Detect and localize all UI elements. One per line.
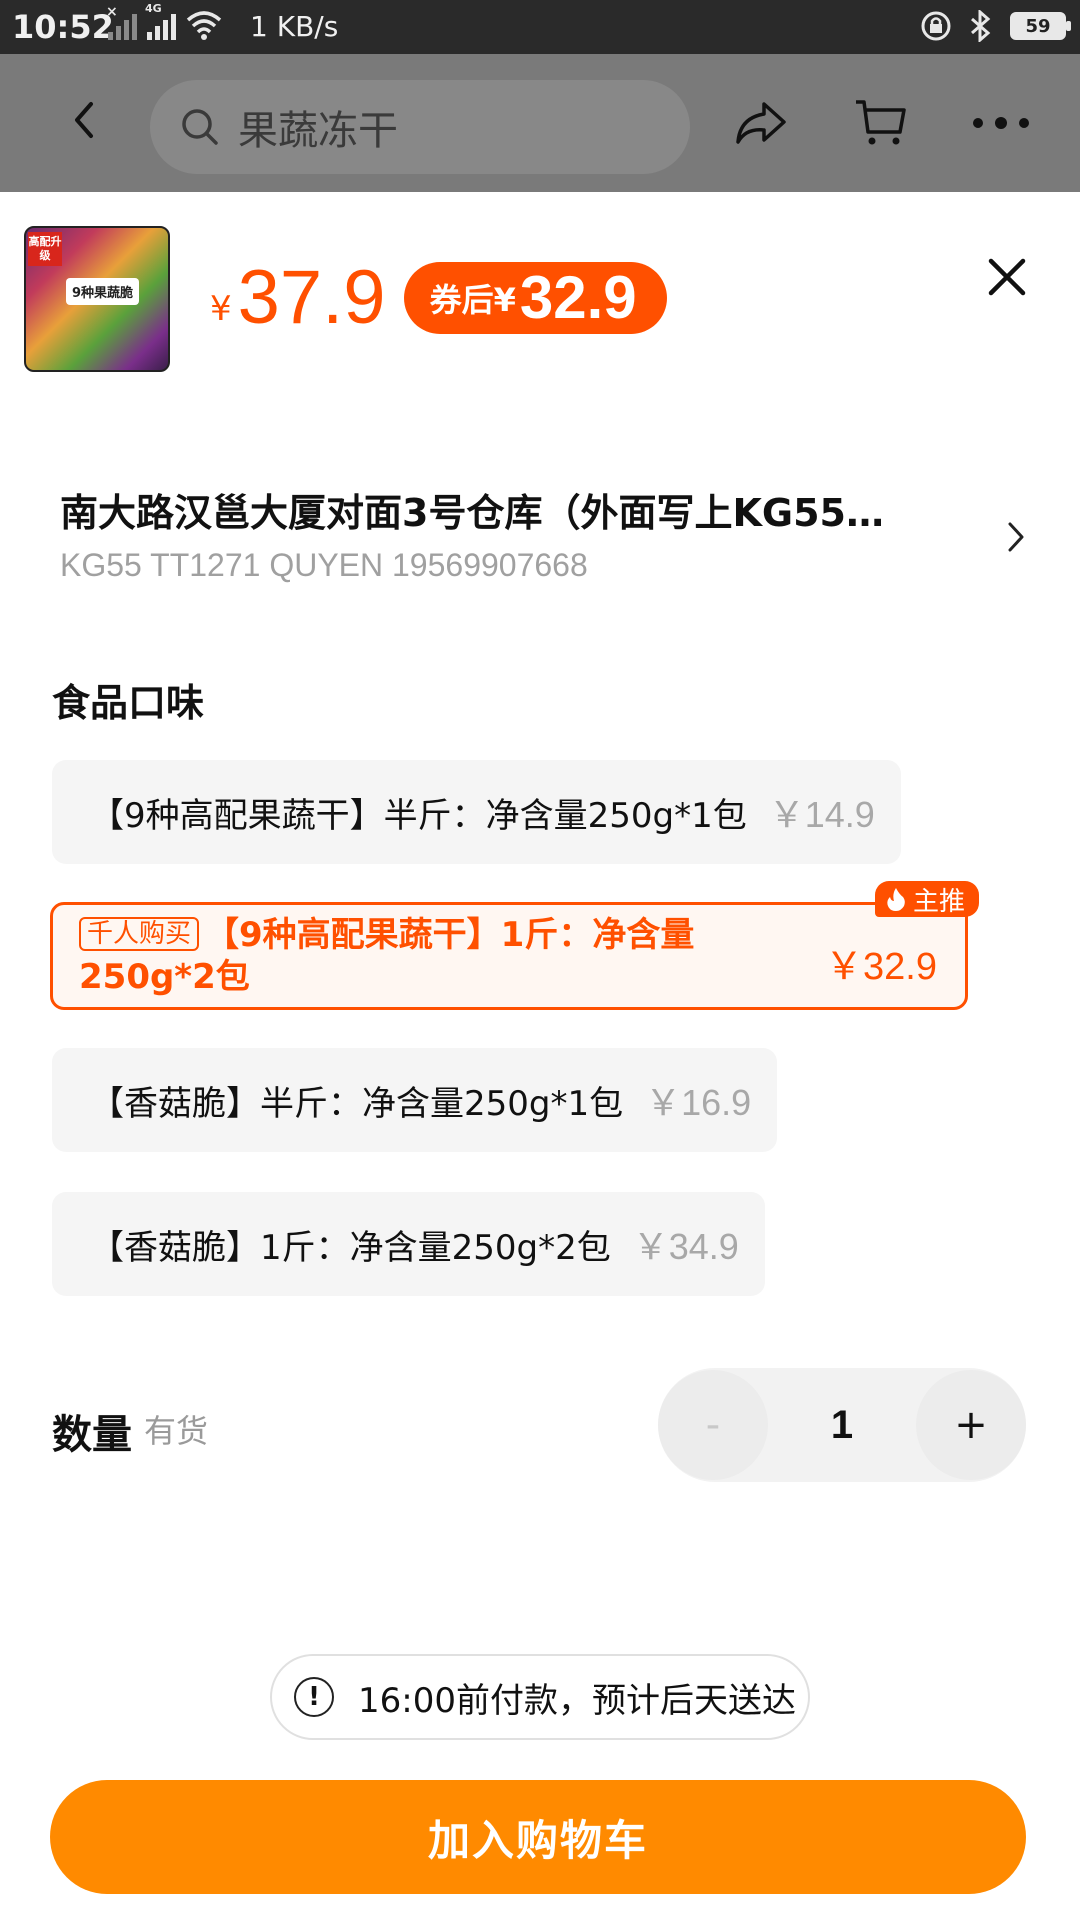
- sku-selector-sheet: 高配升级 9种果蔬脆 ¥ 37.9 券后¥ 32.9 南大路汉邕大厦对面3号仓库…: [0, 192, 1080, 1920]
- close-button[interactable]: [982, 252, 1032, 302]
- cart-button[interactable]: [846, 88, 916, 158]
- coupon-price-badge: 券后¥ 32.9: [403, 261, 667, 334]
- product-thumbnail[interactable]: 高配升级 9种果蔬脆: [24, 226, 170, 372]
- coupon-price: 32.9: [519, 264, 637, 331]
- recommended-tag-label: 主推: [912, 886, 965, 917]
- flame-icon: [887, 888, 905, 911]
- search-placeholder: 果蔬冻干: [238, 108, 398, 154]
- top-nav-bar: 果蔬冻干: [0, 54, 1080, 192]
- bluetooth-icon: [971, 10, 991, 42]
- battery-icon: 59: [1010, 12, 1071, 40]
- info-icon: !: [294, 1677, 334, 1717]
- shipping-address[interactable]: 南大路汉邕大厦对面3号仓库（外面写上KG55… KG55 TT1271 QUYE…: [60, 482, 1000, 584]
- status-time: 10:52: [12, 8, 114, 46]
- delivery-estimate: ! 16:00前付款，预计后天送达: [270, 1654, 810, 1740]
- flavor-option-price: ￥14.9: [768, 794, 875, 835]
- flavor-option[interactable]: 【香菇脆】半斤：净含量250g*1包 ￥16.9: [52, 1048, 778, 1152]
- signal-icon-sim1: ×: [106, 4, 137, 40]
- thumb-tag: 高配升级: [28, 232, 62, 266]
- chevron-right-icon: [1008, 522, 1024, 552]
- cart-icon: [856, 100, 906, 145]
- more-icon: [973, 117, 1029, 129]
- thumb-label: 9种果蔬脆: [66, 278, 140, 305]
- flavor-option-selected[interactable]: 千人购买 【9种高配果蔬干】1斤：净含量250g*2包 ￥32.9 主推: [50, 881, 979, 1010]
- close-icon: [988, 258, 1026, 296]
- quantity-stepper: - 1 +: [658, 1368, 1026, 1482]
- signal-icon-sim2: 4G: [145, 2, 176, 40]
- add-to-cart-button[interactable]: 加入购物车: [50, 1780, 1026, 1894]
- price-row: ¥ 37.9 券后¥ 32.9: [210, 254, 667, 341]
- status-bar: 10:52 × 4G 1 KB/s 59: [0, 0, 1080, 54]
- back-button[interactable]: [54, 90, 114, 150]
- net-speed: 1 KB/s: [250, 10, 339, 43]
- delivery-text: 16:00前付款，预计后天送达: [358, 1680, 796, 1721]
- currency-symbol: ¥: [210, 288, 232, 329]
- share-button[interactable]: [726, 88, 796, 158]
- flavor-option[interactable]: 【香菇脆】1斤：净含量250g*2包 ￥34.9: [52, 1192, 765, 1296]
- share-icon: [736, 102, 786, 144]
- popular-badge: 千人购买: [79, 917, 200, 951]
- quantity-label: 数量: [52, 1412, 132, 1458]
- search-icon: [182, 109, 218, 145]
- address-line-1: 南大路汉邕大厦对面3号仓库（外面写上KG55…: [60, 491, 884, 535]
- flavor-option-price: ￥16.9: [645, 1082, 752, 1123]
- coupon-label: 券后¥: [429, 280, 516, 319]
- flavor-option-price: ￥34.9: [632, 1226, 739, 1267]
- product-price: 37.9: [237, 255, 386, 340]
- address-line-2: KG55 TT1271 QUYEN 19569907668: [60, 547, 588, 583]
- signal-indicators: × 4G: [106, 2, 222, 40]
- increment-button[interactable]: +: [916, 1370, 1026, 1480]
- lock-rotation-icon: [921, 11, 951, 41]
- selected-option-text: 千人购买 【9种高配果蔬干】1斤：净含量250g*2包: [79, 914, 799, 998]
- search-bar[interactable]: 果蔬冻干: [150, 80, 690, 174]
- decrement-button[interactable]: -: [658, 1370, 768, 1480]
- stock-status: 有货: [144, 1412, 209, 1450]
- chevron-left-icon: [75, 102, 93, 138]
- flavor-option-label: 【9种高配果蔬干】半斤：净含量250g*1包: [90, 795, 747, 836]
- quantity-value[interactable]: 1: [831, 1403, 853, 1448]
- more-button[interactable]: [966, 88, 1036, 158]
- flavor-option-label: 【香菇脆】半斤：净含量250g*1包: [90, 1083, 624, 1124]
- recommended-tag: 主推: [874, 881, 979, 917]
- flavor-option-label: 【香菇脆】1斤：净含量250g*2包: [90, 1227, 611, 1268]
- status-right: 59: [920, 10, 1071, 42]
- flavor-option[interactable]: 【9种高配果蔬干】半斤：净含量250g*1包 ￥14.9: [52, 760, 901, 864]
- flavor-section-title: 食品口味: [52, 681, 205, 725]
- address-arrow[interactable]: [996, 512, 1036, 562]
- wifi-icon: [186, 11, 222, 40]
- flavor-option-price: ￥32.9: [825, 946, 937, 988]
